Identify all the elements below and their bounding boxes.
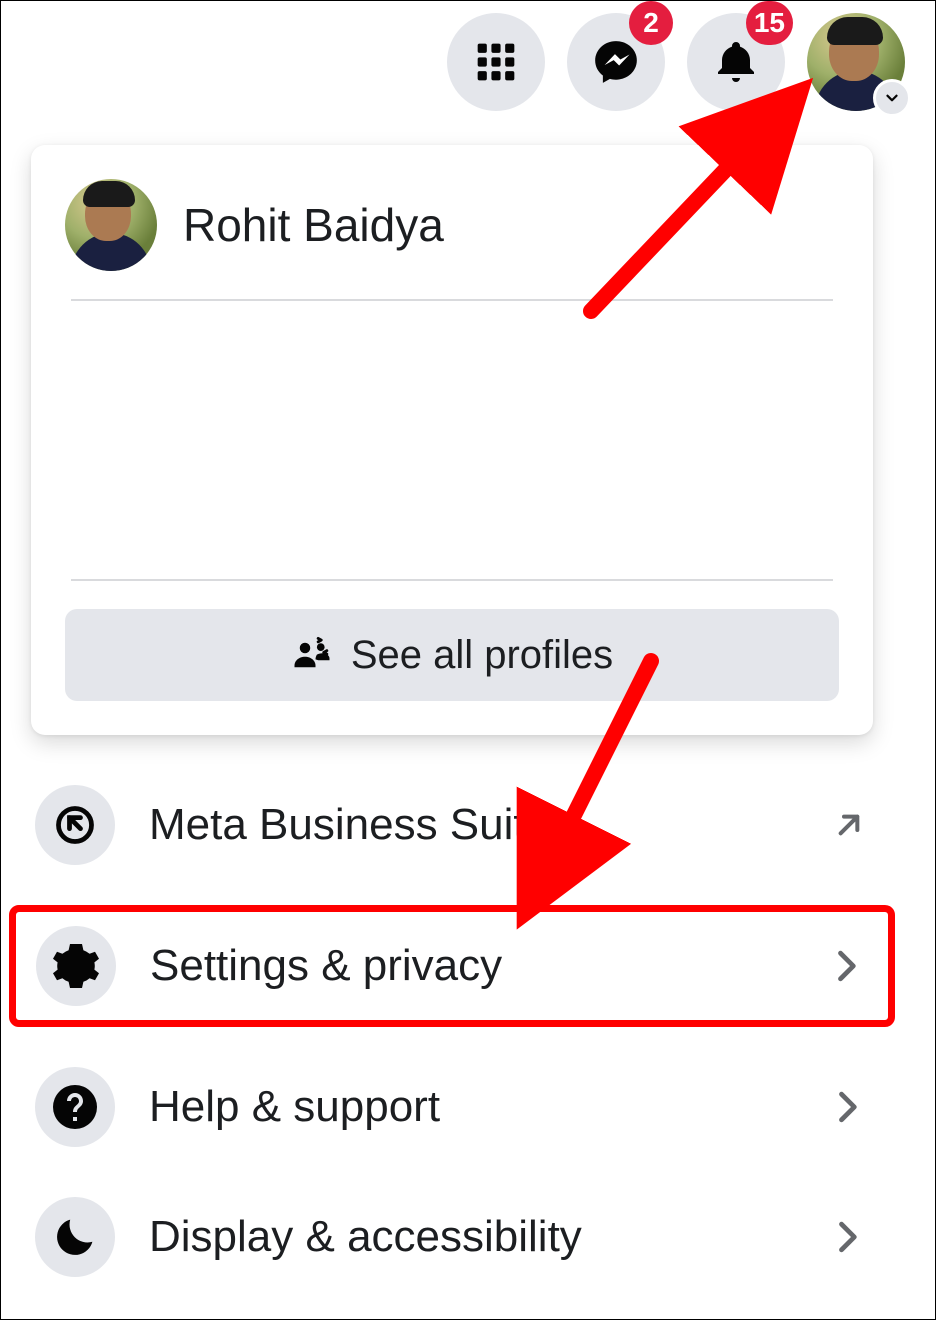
gear-icon — [36, 926, 116, 1006]
account-chevron — [873, 79, 911, 117]
notifications-badge: 15 — [746, 1, 793, 45]
menu-item-label: Help & support — [149, 1082, 791, 1132]
question-icon — [35, 1067, 115, 1147]
moon-icon — [35, 1197, 115, 1277]
profile-spacer — [65, 301, 839, 579]
profile-name: Rohit Baidya — [183, 198, 444, 252]
profiles-switch-icon — [291, 634, 333, 676]
menu-item-label: Display & accessibility — [149, 1212, 791, 1262]
menu-item-display-accessibility[interactable]: Display & accessibility — [15, 1183, 889, 1291]
grid-icon — [474, 40, 518, 84]
external-link-icon — [829, 805, 869, 845]
notifications-button[interactable]: 15 — [687, 13, 785, 111]
chevron-down-icon — [883, 89, 901, 107]
menu-item-label: Settings & privacy — [150, 941, 790, 991]
account-avatar-button[interactable] — [807, 13, 905, 111]
chevron-right-icon — [825, 1215, 869, 1259]
account-menu-list: Meta Business Suite Settings & privacy H… — [7, 735, 897, 1291]
menu-item-settings-privacy[interactable]: Settings & privacy — [9, 905, 895, 1027]
meta-icon — [35, 785, 115, 865]
account-dropdown: Rohit Baidya See all profiles Meta Busin… — [7, 133, 897, 1291]
see-all-profiles-button[interactable]: See all profiles — [65, 609, 839, 701]
menu-grid-button[interactable] — [447, 13, 545, 111]
profile-avatar — [65, 179, 157, 271]
profile-link[interactable]: Rohit Baidya — [65, 179, 839, 299]
divider — [71, 579, 833, 581]
menu-item-help-support[interactable]: Help & support — [15, 1053, 889, 1161]
bell-icon — [712, 38, 760, 86]
menu-item-label: Meta Business Suite — [149, 800, 795, 850]
messenger-icon — [591, 37, 641, 87]
see-all-profiles-label: See all profiles — [351, 633, 613, 678]
messenger-button[interactable]: 2 — [567, 13, 665, 111]
menu-item-meta-business-suite[interactable]: Meta Business Suite — [15, 771, 889, 879]
chevron-right-icon — [824, 944, 868, 988]
messenger-badge: 2 — [629, 1, 673, 45]
topbar: 2 15 — [1, 1, 935, 111]
profile-card: Rohit Baidya See all profiles — [31, 145, 873, 735]
chevron-right-icon — [825, 1085, 869, 1129]
